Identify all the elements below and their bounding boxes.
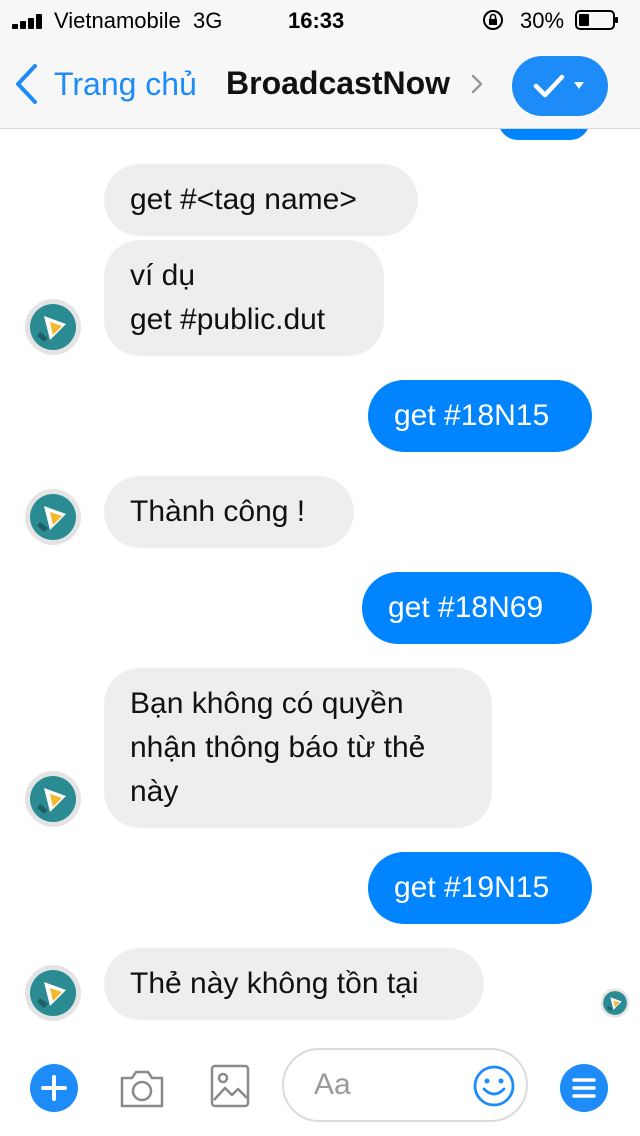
bot-logo-icon	[25, 965, 81, 1021]
image-icon[interactable]	[210, 1064, 250, 1108]
avatar[interactable]	[24, 298, 82, 356]
avatar[interactable]	[24, 770, 82, 828]
incoming-message[interactable]: ví dụ get #public.dut	[104, 240, 384, 356]
conversation-title[interactable]: BroadcastNow	[226, 65, 450, 102]
chevron-right-icon[interactable]	[470, 73, 484, 95]
incoming-message[interactable]: get #<tag name>	[104, 164, 418, 236]
status-bar: Vietnamobile 3G 16:33 30%	[0, 0, 640, 40]
incoming-message[interactable]: Thành công !	[104, 476, 354, 548]
caret-down-icon	[574, 82, 584, 89]
avatar[interactable]	[24, 964, 82, 1022]
message-text: get #18N15	[394, 399, 550, 432]
message-text: get #<tag name>	[130, 183, 357, 216]
message-text: Bạn không có quyền nhận thông báo từ thẻ…	[130, 687, 426, 808]
bot-logo-icon	[25, 299, 81, 355]
outgoing-message[interactable]: get #18N15	[368, 380, 592, 452]
message-text: get #19N15	[394, 871, 550, 904]
back-button[interactable]: Trang chủ	[14, 60, 197, 108]
camera-icon[interactable]	[118, 1066, 166, 1110]
menu-icon[interactable]	[560, 1064, 608, 1112]
message-text: ví dụ get #public.dut	[130, 259, 326, 336]
outgoing-message[interactable]: get #18N69	[362, 572, 592, 644]
chevron-left-icon	[16, 64, 37, 104]
message-input[interactable]: Aa	[282, 1048, 528, 1122]
carrier-name: Vietnamobile 3G	[54, 8, 223, 33]
emoji-icon[interactable]	[472, 1064, 516, 1108]
input-placeholder: Aa	[314, 1068, 351, 1101]
message-text: Thành công !	[130, 495, 306, 528]
incoming-message[interactable]: Bạn không có quyền nhận thông báo từ thẻ…	[104, 668, 492, 828]
avatar[interactable]	[24, 488, 82, 546]
clock: 16:33	[288, 8, 345, 33]
plus-icon[interactable]	[30, 1064, 78, 1112]
bot-logo-icon	[25, 771, 81, 827]
outgoing-message[interactable]: get #19N15	[368, 852, 592, 924]
battery-percent: 30%	[520, 8, 565, 33]
back-label: Trang chủ	[54, 65, 197, 102]
battery-icon	[575, 10, 618, 30]
signal-strength-icon	[12, 13, 48, 29]
rotation-lock-icon	[483, 10, 503, 30]
composer-bar: Aa	[0, 1040, 640, 1136]
conversation-header: Trang chủ BroadcastNow	[0, 40, 640, 129]
incoming-message[interactable]: Thẻ này không tồn tại	[104, 948, 484, 1020]
message-text: Thẻ này không tồn tại	[130, 967, 419, 1000]
checkmark-icon	[533, 74, 584, 98]
done-button[interactable]	[512, 56, 608, 116]
seen-receipt-avatar	[600, 988, 630, 1018]
bot-logo-icon	[25, 489, 81, 545]
message-text: get #18N69	[388, 591, 544, 624]
bot-logo-icon	[600, 988, 630, 1018]
